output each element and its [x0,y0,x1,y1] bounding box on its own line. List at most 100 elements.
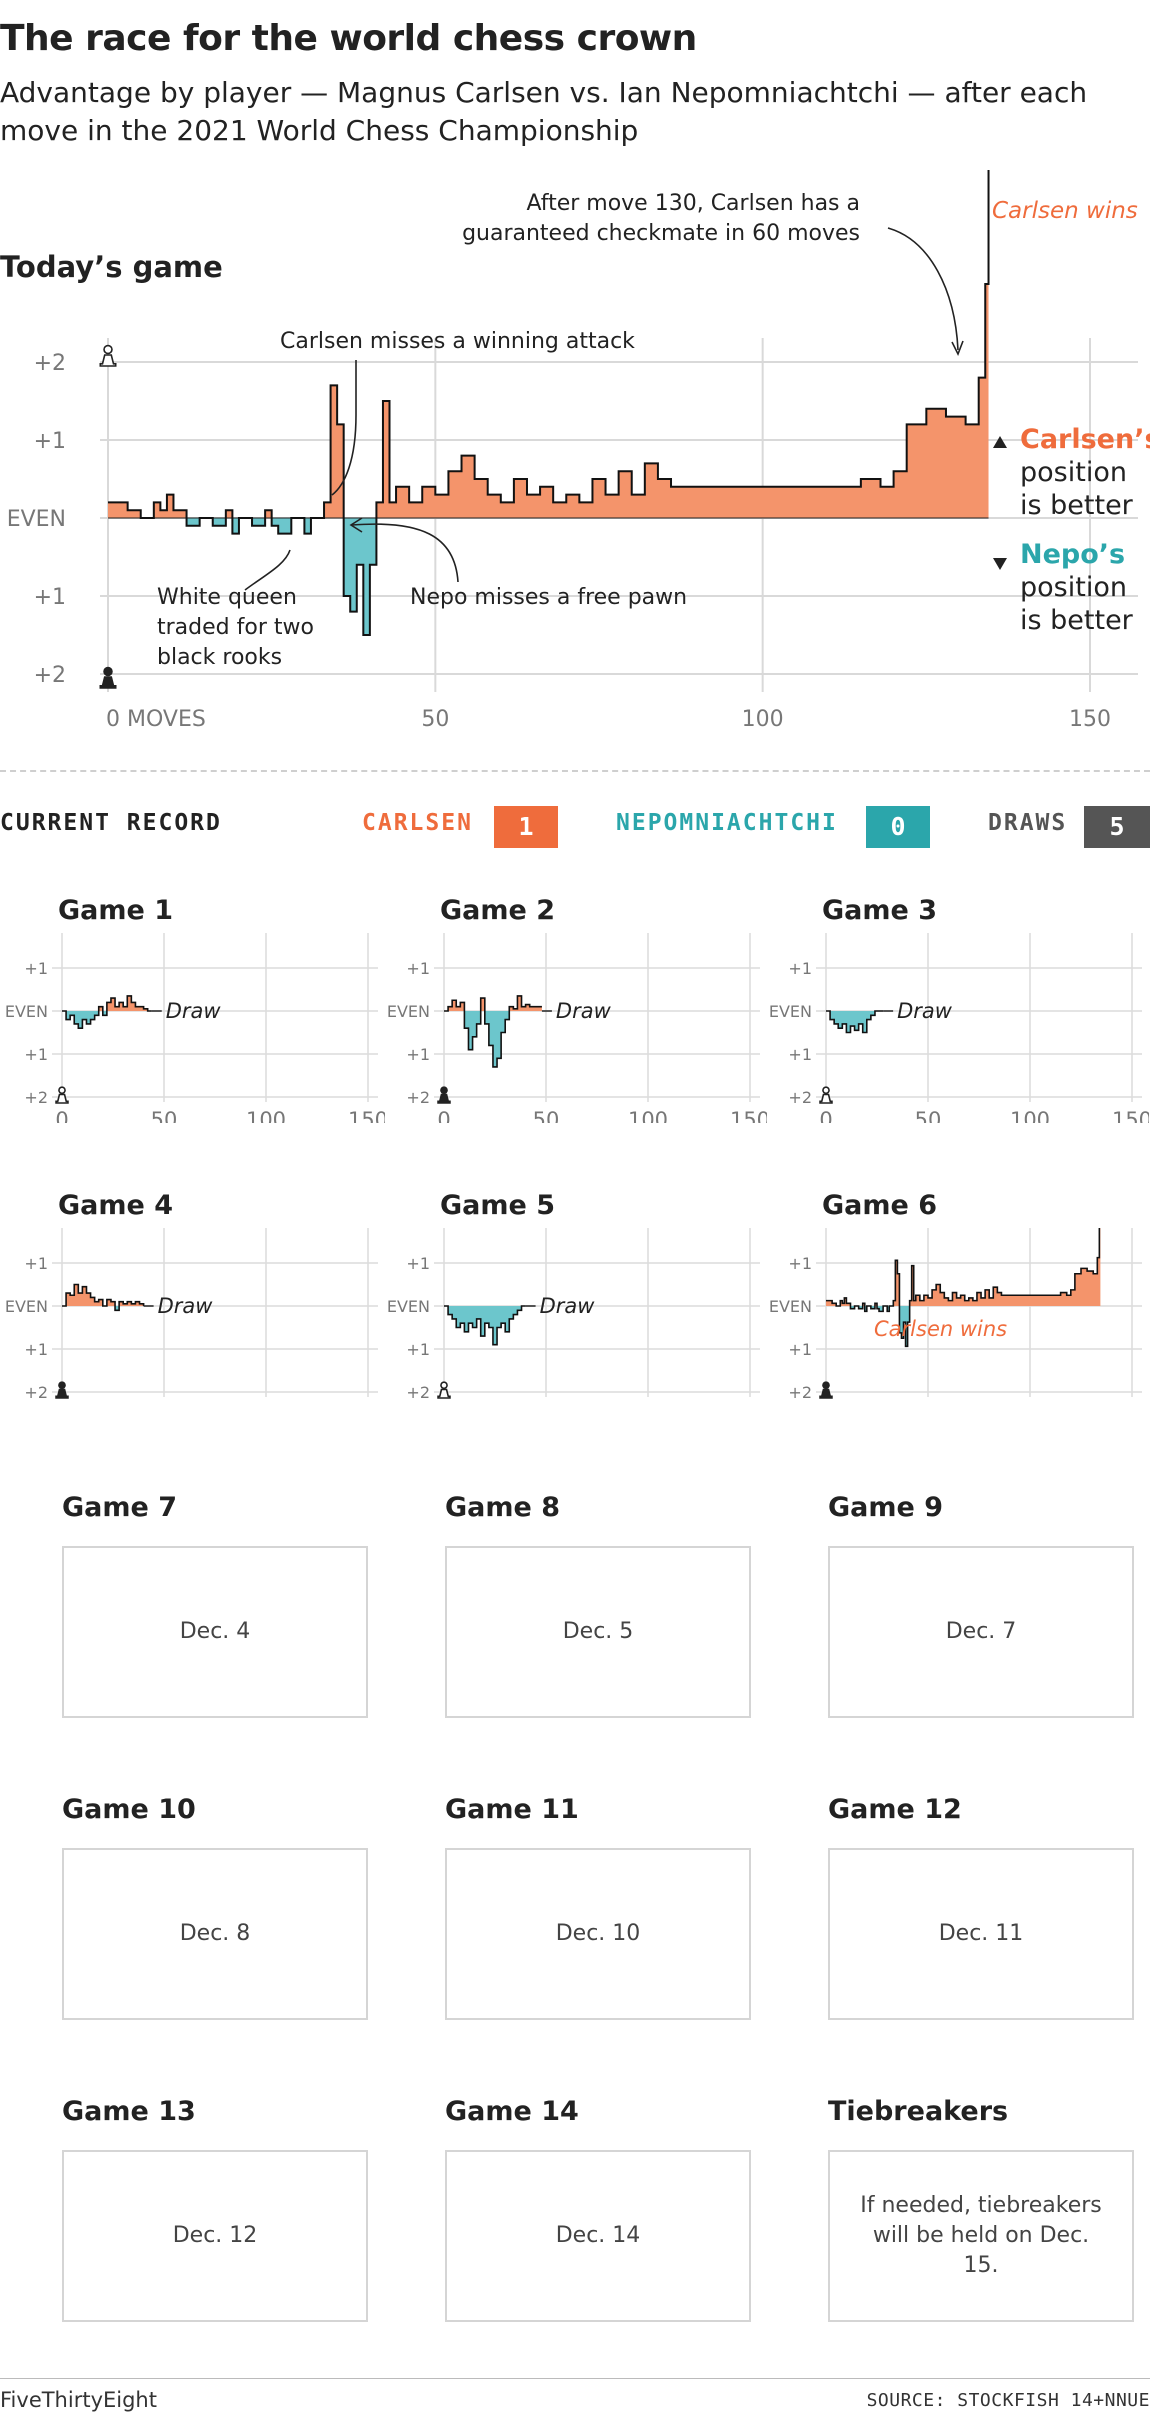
y-tick-label: +2 [24,933,48,935]
game-chart: +2 +1 EVEN +1 +2 0 50 100 150 Draw [387,933,767,1123]
white-pawn-icon-head [58,1086,66,1095]
game-chart: +2 +1 EVEN +1 +2 0 50 100 150 Draw [5,933,385,1123]
y-tick-label: +1 [406,959,430,978]
x-tick-label: 0 [55,1108,68,1123]
y-tick-label: +2 [788,1088,812,1107]
game-title: Game 12 [828,1794,962,1825]
game-title: Game 14 [445,2096,579,2127]
annotation-checkmate: guaranteed checkmate in 60 moves [462,221,860,246]
y-tick-label: +1 [406,1340,430,1359]
x-tick-label: 150 [1112,1108,1149,1123]
black-pawn-icon-head [822,1381,830,1390]
result-label: Carlsen wins [874,1317,1007,1341]
game-placeholder-box: Dec. 5 [445,1546,751,1718]
y-tick-label: +1 [24,959,48,978]
annotation-checkmate: After move 130, Carlsen has a [526,191,860,216]
white-pawn-icon-body [99,354,117,367]
y-tick-label: +1 [788,1340,812,1359]
x-tick-label: 0 [819,1108,832,1123]
page-subtitle: Advantage by player — Magnus Carlsen vs.… [0,76,1088,147]
record-nepo-value: 0 [866,806,930,848]
record-draws-label: DRAWS [988,810,1068,836]
up-arrow-icon [993,436,1007,448]
game-placeholder-box: If needed, tiebreakers will be held on D… [828,2150,1134,2322]
white-pawn-icon-body [437,1388,451,1399]
legend-carlsen-text: position [1020,457,1127,488]
x-tick-label: 150 [730,1108,767,1123]
y-tick-label: +1 [406,1254,430,1273]
result-label: Draw [166,999,222,1023]
x-tick-label: 0 [437,1108,450,1123]
game-chart: +2 +1 EVEN +1 +2 Carlsen wins [769,1228,1142,1402]
y-tick-label: +2 [24,1228,48,1230]
game-date: Dec. 10 [555,1921,641,1946]
x-tick-label: 50 [915,1108,942,1123]
black-pawn-icon [99,666,117,689]
y-tick-label: +2 [406,1088,430,1107]
y-tick-label: EVEN [387,1297,430,1316]
y-tick-label: +2 [406,1383,430,1402]
black-pawn-icon-body [55,1388,69,1399]
y-tick-label: +1 [406,1045,430,1064]
result-label: Carlsen wins [992,198,1138,224]
game-title: Game 5 [440,1190,556,1221]
game-date: Dec. 12 [172,2223,258,2248]
y-tick-label: +2 [788,933,812,935]
white-pawn-icon [437,1381,451,1399]
game-title: Game 6 [822,1190,938,1221]
white-pawn-icon-body [819,1093,833,1104]
black-pawn-icon [55,1381,69,1399]
black-pawn-icon-head [440,1086,448,1095]
y-tick-label: +1 [24,1340,48,1359]
x-tick-label: 100 [742,707,784,732]
x-tick-label: 50 [421,707,449,732]
record-carlsen-value: 1 [494,806,558,848]
x-tick-label: 0 MOVES [106,707,206,732]
y-tick-label: +1 [34,429,66,454]
annotation-queen-trade-arrow [244,549,291,591]
y-tick-label: EVEN [387,1002,430,1021]
black-pawn-icon-head [58,1381,66,1390]
record-draws-value: 5 [1084,806,1150,848]
y-tick-label: +2 [406,1228,430,1230]
game-date: Dec. 14 [555,2223,641,2248]
black-pawn-icon-body [99,676,117,689]
game-placeholder-box: Dec. 4 [62,1546,368,1718]
y-tick-label: +2 [24,1088,48,1107]
white-pawn-icon-head [440,1381,448,1390]
todays-game-chart: +2+1EVEN+1+20 MOVES 50 100 150Carlsen’sposi… [7,170,1150,732]
legend-nepo-text: position [1020,572,1127,603]
y-tick-label: +1 [788,959,812,978]
black-pawn-icon [819,1381,833,1399]
annotation-missed-attack: Carlsen misses a winning attack [280,329,635,354]
game-chart: +2 +1 EVEN +1 +2 Draw [5,1228,378,1402]
y-tick-label: +1 [24,1045,48,1064]
page-title: The race for the world chess crown [0,18,697,59]
game-title: Tiebreakers [828,2096,1009,2127]
white-pawn-icon-head [822,1086,830,1095]
result-label: Draw [540,1294,596,1318]
game-chart: +2 +1 EVEN +1 +2 0 50 100 150 Draw [769,933,1149,1123]
y-tick-label: EVEN [5,1297,48,1316]
footer-divider [0,2378,1150,2379]
y-tick-label: +2 [24,1383,48,1402]
x-tick-label: 150 [348,1108,385,1123]
legend-carlsen-text: is better [1020,490,1134,521]
result-label: Draw [158,1294,214,1318]
game-title: Game 11 [445,1794,579,1825]
black-pawn-icon-body [819,1388,833,1399]
section-divider [0,770,1150,772]
game-date: Dec. 7 [945,1619,1017,1644]
annotation-queen-trade: traded for two [157,615,314,640]
annotation-queen-trade: black rooks [157,645,282,670]
legend-nepo-text: is better [1020,605,1134,636]
result-label: Draw [556,999,612,1023]
x-tick-label: 50 [151,1108,178,1123]
source-note: SOURCE: STOCKFISH 14+NNUE [866,2390,1150,2411]
black-pawn-icon-head [103,666,113,677]
annotation-free-pawn: Nepo misses a free pawn [410,585,687,610]
brand-name: FiveThirtyEight [0,2388,157,2412]
y-tick-label: EVEN [769,1002,812,1021]
y-tick-label: +1 [788,1045,812,1064]
game-title: Game 9 [828,1492,944,1523]
